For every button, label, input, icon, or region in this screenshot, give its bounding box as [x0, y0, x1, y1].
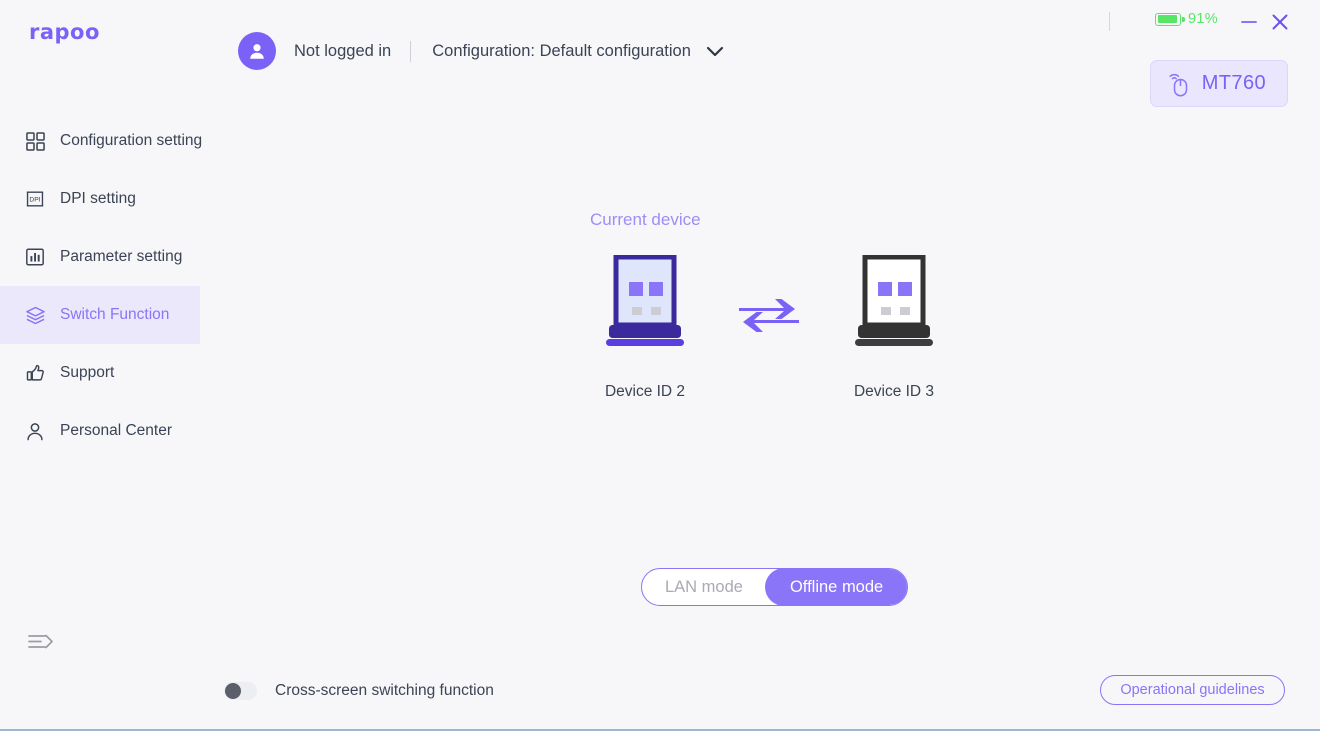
cross-screen-label: Cross-screen switching function — [275, 682, 494, 699]
sidebar-item-label: Parameter setting — [60, 248, 183, 265]
device-card-active[interactable]: Device ID 2 — [580, 255, 710, 401]
cross-screen-switch-row: Cross-screen switching function — [224, 682, 494, 700]
configuration-selector[interactable]: Configuration: Default configuration — [432, 42, 725, 61]
collapse-sidebar-button[interactable] — [28, 630, 56, 656]
person-icon — [24, 420, 46, 442]
connected-device-badge[interactable]: MT760 — [1149, 60, 1288, 107]
swap-arrows-icon — [739, 299, 799, 332]
svg-text:DPI: DPI — [29, 197, 40, 204]
mode-option-offline[interactable]: Offline mode — [764, 569, 908, 605]
device-name-label: Device ID 2 — [604, 383, 686, 400]
minimize-button[interactable] — [1238, 11, 1260, 33]
collapse-sidebar-icon — [28, 634, 53, 649]
sidebar-item-support[interactable]: Support — [0, 344, 200, 402]
rapoo-logo: rapoo — [29, 20, 100, 44]
sidebar-item-dpi-setting[interactable]: DPI DPI setting — [0, 170, 200, 228]
toggle-knob — [225, 683, 241, 699]
sidebar: Configuration setting DPI DPI setting Pa… — [0, 112, 203, 460]
dpi-icon: DPI — [24, 188, 46, 210]
sidebar-item-label: Configuration setting — [60, 132, 203, 149]
minimize-icon — [1241, 21, 1257, 23]
sidebar-item-label: Switch Function — [60, 306, 170, 323]
device-card-inactive[interactable]: Device ID 3 — [829, 255, 959, 401]
sidebar-item-label: Personal Center — [60, 422, 173, 439]
chevron-down-icon — [706, 46, 724, 56]
battery-percent-label: 91% — [1188, 11, 1218, 27]
configuration-label: Configuration: Default configuration — [432, 41, 691, 60]
bar-chart-icon — [24, 246, 46, 268]
grid-icon — [24, 130, 46, 152]
operational-guidelines-button[interactable]: Operational guidelines — [1100, 675, 1285, 705]
device-illustration-inactive — [855, 255, 933, 346]
sidebar-item-parameter-setting[interactable]: Parameter setting — [0, 228, 200, 286]
wireless-mouse-icon — [1169, 73, 1187, 97]
battery-fill — [1157, 15, 1177, 23]
login-status-label: Not logged in — [294, 41, 392, 60]
app-window: rapoo 91% Not logged in Configuration: D… — [0, 0, 1320, 731]
close-icon — [1272, 14, 1288, 30]
sidebar-item-label: Support — [60, 364, 115, 381]
avatar[interactable] — [238, 32, 276, 70]
sidebar-item-personal-center[interactable]: Personal Center — [0, 402, 200, 460]
user-avatar-icon — [250, 44, 264, 59]
swap-direction-button[interactable] — [735, 290, 803, 340]
device-badge-label: MT760 — [1201, 72, 1266, 94]
close-button[interactable] — [1269, 11, 1291, 33]
titlebar-divider — [1109, 12, 1110, 31]
account-divider — [410, 40, 412, 62]
thumbs-up-icon — [24, 362, 46, 384]
mode-option-lan[interactable]: LAN mode — [642, 569, 766, 605]
layers-icon — [24, 304, 46, 326]
sidebar-item-label: DPI setting — [60, 190, 136, 207]
device-switch-panel: Device ID 2 Device ID 3 — [560, 255, 980, 415]
device-illustration-active — [606, 255, 684, 346]
battery-indicator: 91% — [1155, 11, 1218, 27]
battery-icon — [1155, 12, 1185, 26]
current-device-label: Current device — [590, 210, 701, 229]
sidebar-item-configuration-setting[interactable]: Configuration setting — [0, 112, 203, 170]
account-row: Not logged in Configuration: Default con… — [238, 32, 725, 70]
sidebar-item-switch-function[interactable]: Switch Function — [0, 286, 200, 344]
cross-screen-toggle[interactable] — [224, 682, 257, 700]
device-name-label: Device ID 3 — [853, 383, 935, 400]
mode-toggle[interactable]: LAN mode Offline mode — [641, 568, 909, 606]
